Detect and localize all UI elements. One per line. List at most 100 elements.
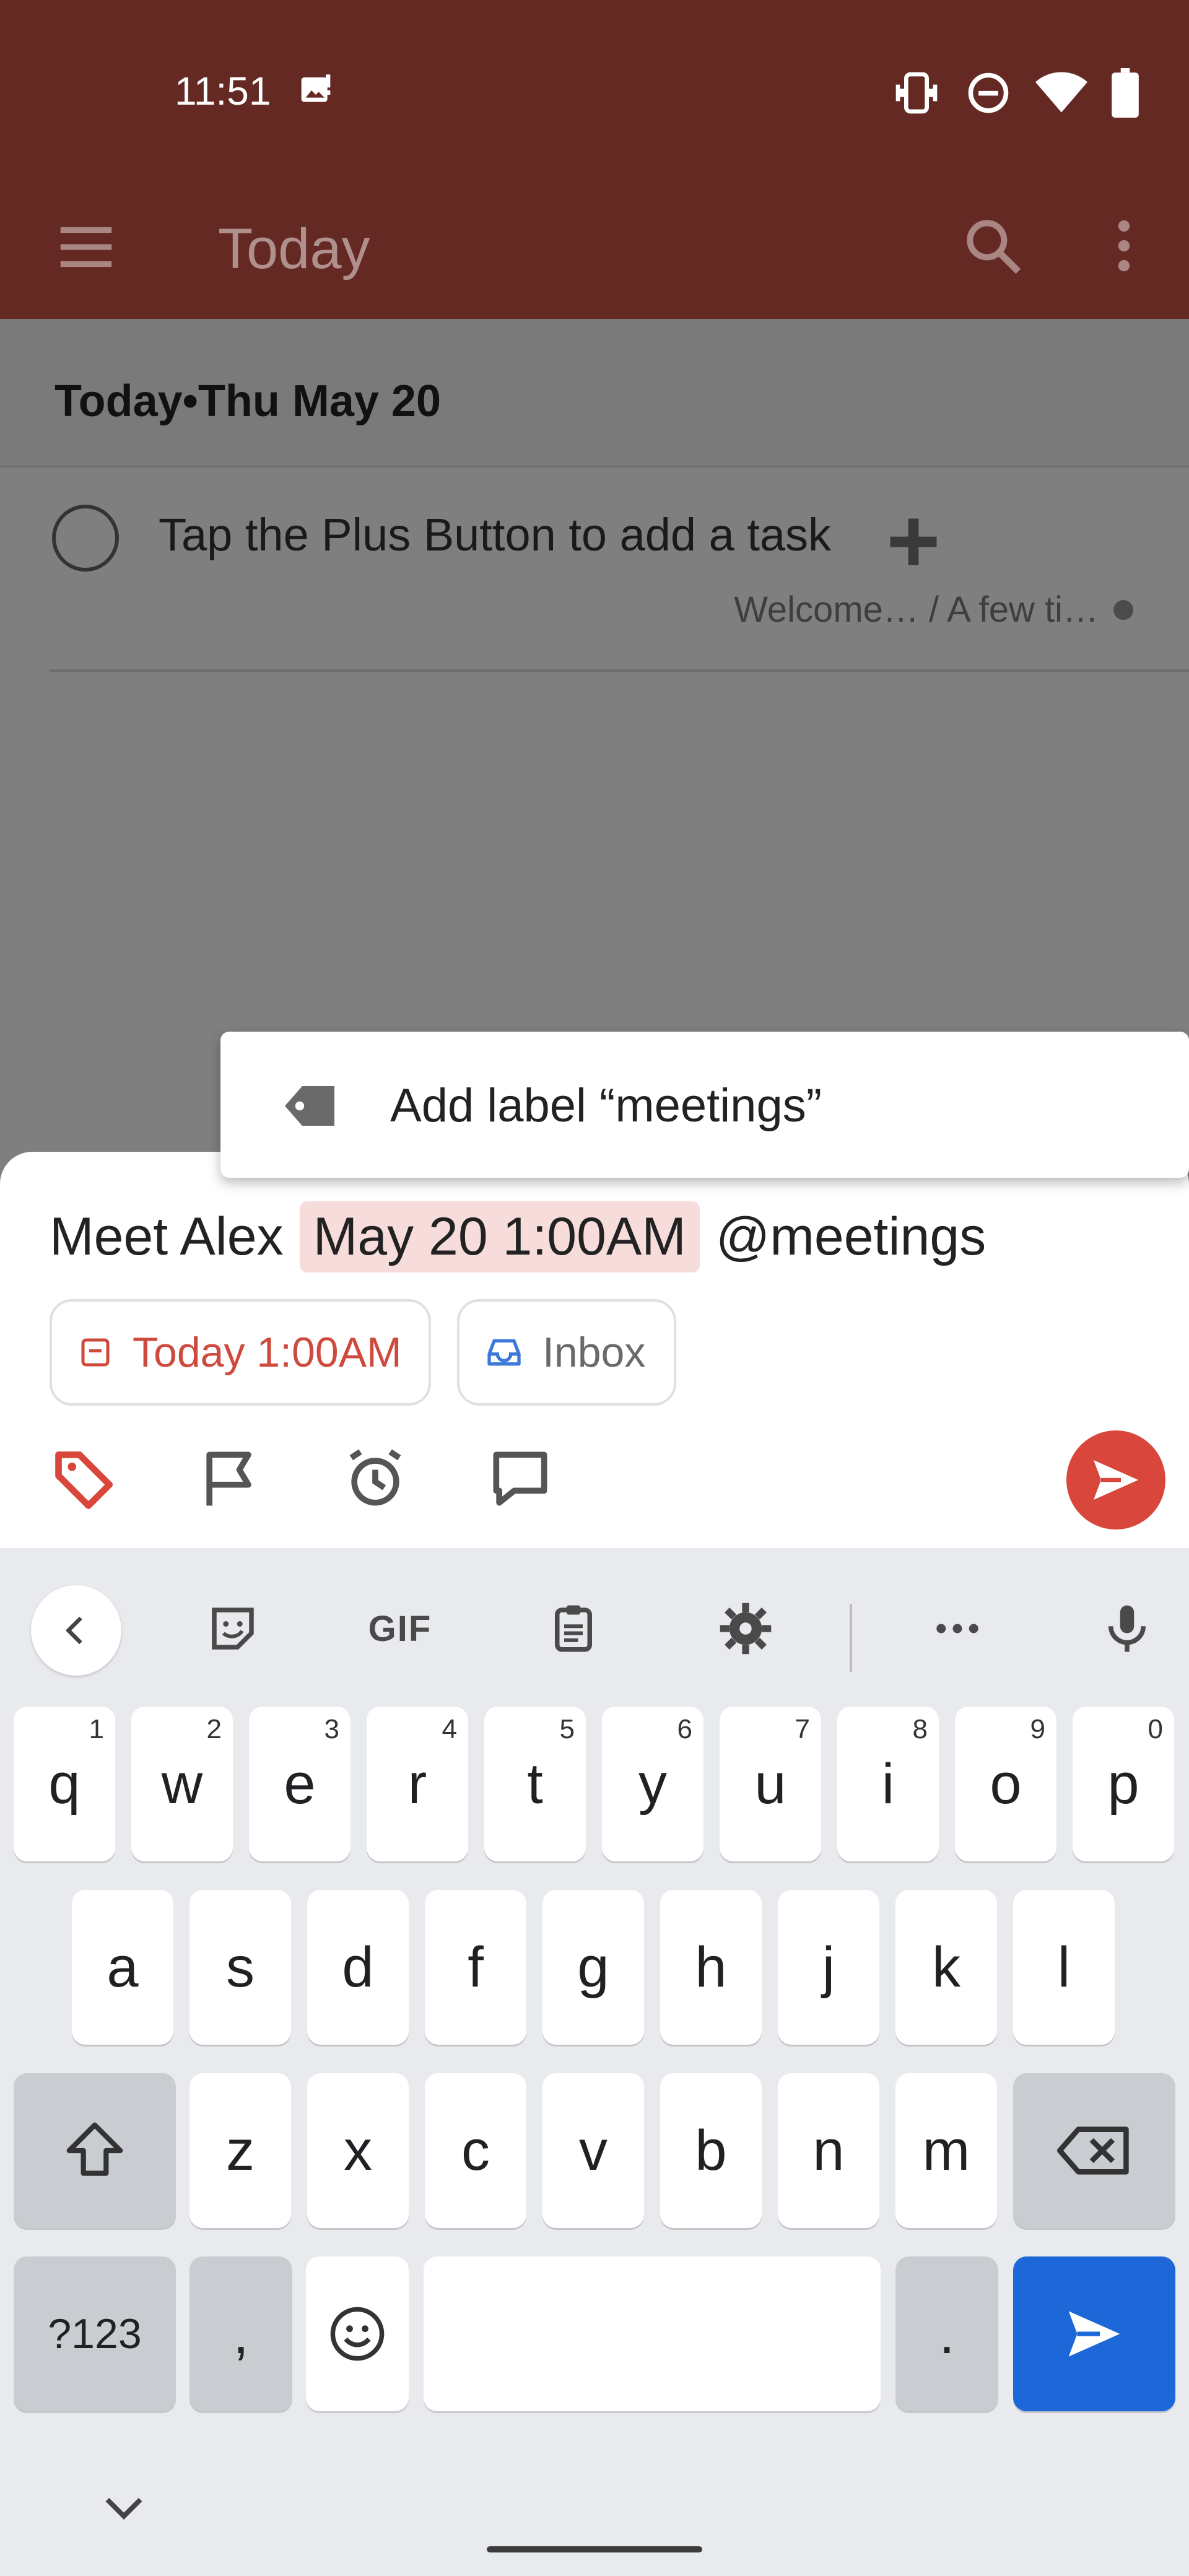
key-l[interactable]: l (1013, 1890, 1115, 2045)
backspace-key[interactable] (1013, 2073, 1175, 2228)
task-complete-checkbox[interactable] (52, 505, 119, 572)
calendar-icon (81, 1338, 110, 1367)
label-tag-icon[interactable] (50, 1443, 121, 1515)
key-w[interactable]: w2 (131, 1707, 233, 1861)
keyboard-back-button[interactable] (31, 1585, 121, 1676)
reminder-alarm-icon[interactable] (339, 1443, 411, 1515)
project-label: Inbox (542, 1329, 646, 1376)
emoji-icon (330, 2307, 385, 2361)
vibrate-icon (895, 72, 938, 114)
key-s[interactable]: s (189, 1890, 291, 2045)
key-f[interactable]: f (425, 1890, 526, 2045)
key-label: t (527, 1752, 543, 1816)
voice-input-button[interactable] (1091, 1593, 1163, 1664)
status-bar: 11:51 (0, 0, 1189, 186)
key-number-hint: 5 (559, 1714, 575, 1744)
period-key[interactable]: . (895, 2256, 998, 2411)
key-i[interactable]: i8 (837, 1707, 939, 1861)
key-number-hint: 3 (324, 1714, 339, 1744)
key-u[interactable]: u7 (720, 1707, 821, 1861)
gif-button[interactable]: GIF (364, 1593, 436, 1664)
key-number-hint: 0 (1148, 1714, 1163, 1744)
key-c[interactable]: c (425, 2073, 526, 2228)
menu-icon[interactable] (52, 213, 120, 281)
key-k[interactable]: k (895, 1890, 997, 2045)
image-notification-icon (301, 74, 331, 102)
tag-icon (285, 1086, 334, 1126)
project-color-dot (1113, 599, 1133, 620)
settings-button[interactable] (710, 1593, 782, 1664)
key-n[interactable]: n (778, 2073, 879, 2228)
sticker-icon (212, 1608, 254, 1650)
key-z[interactable]: z (189, 2073, 291, 2228)
toolbar-divider (850, 1604, 852, 1672)
key-j[interactable]: j (778, 1890, 879, 2045)
key-number-hint: 6 (677, 1714, 692, 1744)
comment-icon[interactable] (484, 1443, 556, 1515)
key-number-hint: 7 (795, 1714, 810, 1744)
key-p[interactable]: p0 (1073, 1707, 1174, 1861)
date-highlight: May 20 1:00AM (299, 1201, 700, 1273)
key-label: y (638, 1752, 667, 1816)
shift-key[interactable] (14, 2073, 176, 2228)
priority-flag-icon[interactable] (194, 1443, 266, 1515)
more-options-icon[interactable] (1090, 212, 1158, 280)
key-h[interactable]: h (660, 1890, 762, 2045)
add-label-suggestion[interactable]: Add label “meetings” (220, 1032, 1189, 1178)
battery-icon (1112, 68, 1139, 118)
task-project-path: Welcome… / A few ti… (734, 590, 1099, 630)
emoji-key[interactable] (306, 2256, 409, 2411)
key-number-hint: 4 (442, 1714, 457, 1744)
task-title: Tap the Plus Button to add a task (159, 509, 832, 560)
system-icons (892, 68, 1139, 118)
key-label: o (990, 1752, 1022, 1816)
task-row[interactable]: Tap the Plus Button to add a task Welcom… (0, 468, 1189, 672)
key-number-hint: 8 (912, 1714, 928, 1744)
key-v[interactable]: v (542, 2073, 644, 2228)
task-input-text: Meet Alex (50, 1207, 284, 1266)
key-d[interactable]: d (307, 1890, 409, 2045)
key-x[interactable]: x (307, 2073, 409, 2228)
key-g[interactable]: g (542, 1890, 644, 2045)
gesture-nav-handle[interactable] (487, 2546, 702, 2552)
key-label: e (284, 1752, 316, 1816)
comma-key[interactable]: , (189, 2256, 292, 2411)
key-label: i (881, 1752, 895, 1816)
wifi-icon (1035, 72, 1087, 113)
key-a[interactable]: a (72, 1890, 173, 2045)
space-key[interactable] (424, 2256, 881, 2411)
key-label: u (754, 1752, 786, 1816)
quick-add-toolbar (50, 1443, 556, 1515)
task-project-meta: Welcome… / A few ti… (734, 589, 1133, 630)
task-input-field[interactable]: Meet Alex May 20 1:00AM @meetings (50, 1201, 986, 1273)
project-chip[interactable]: Inbox (457, 1299, 676, 1406)
due-date-chip[interactable]: Today 1:00AM (50, 1299, 431, 1406)
page-title: Today (218, 217, 370, 281)
more-keyboard-options-button[interactable] (921, 1593, 993, 1664)
key-label: p (1107, 1752, 1139, 1816)
key-y[interactable]: y6 (602, 1707, 703, 1861)
key-r[interactable]: r4 (367, 1707, 468, 1861)
key-q[interactable]: q1 (14, 1707, 115, 1861)
key-e[interactable]: e3 (249, 1707, 351, 1861)
sticker-button[interactable] (197, 1593, 269, 1664)
key-t[interactable]: t5 (484, 1707, 586, 1861)
section-date-label: Today•Thu May 20 (54, 376, 441, 426)
key-b[interactable]: b (660, 2073, 762, 2228)
add-label-text: Add label “meetings” (390, 1079, 822, 1132)
key-label: r (407, 1752, 427, 1816)
do-not-disturb-icon (968, 72, 1009, 113)
chevron-down-icon[interactable] (99, 2489, 149, 2526)
key-o[interactable]: o9 (955, 1707, 1056, 1861)
clipboard-icon (555, 1605, 592, 1652)
key-number-hint: 9 (1030, 1714, 1045, 1744)
symbols-key[interactable]: ?123 (14, 2256, 176, 2411)
send-icon (1094, 1460, 1138, 1500)
backspace-icon (1057, 2126, 1129, 2175)
add-task-send-button[interactable] (1066, 1430, 1165, 1530)
key-m[interactable]: m (895, 2073, 997, 2228)
key-label: w (161, 1752, 203, 1816)
clipboard-button[interactable] (538, 1593, 609, 1664)
search-icon[interactable] (959, 212, 1027, 280)
enter-send-key[interactable] (1013, 2256, 1175, 2411)
